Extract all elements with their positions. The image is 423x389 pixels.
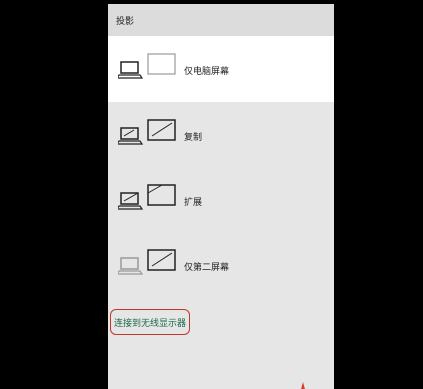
- option-second-screen-only[interactable]: 仅第二屏幕: [108, 232, 334, 297]
- connect-wireless-display-link[interactable]: 连接到无线显示器: [110, 309, 190, 335]
- duplicate-icon: [115, 116, 178, 150]
- option-label: 仅电脑屏幕: [184, 67, 230, 77]
- option-duplicate[interactable]: 复制: [108, 102, 334, 167]
- project-flyout: 投影 仅电脑屏幕 复制 扩展 仅第二屏幕 连接到无线显示器: [108, 4, 334, 389]
- pc-screen-only-icon: [115, 50, 178, 84]
- screen: 投影 仅电脑屏幕 复制 扩展 仅第二屏幕 连接到无线显示器: [0, 0, 423, 389]
- mouse-cursor-icon: [300, 378, 306, 389]
- connect-link-label: 连接到无线显示器: [113, 318, 186, 329]
- option-extend[interactable]: 扩展: [108, 167, 334, 232]
- extend-icon: [115, 181, 178, 215]
- option-label: 扩展: [184, 198, 203, 208]
- flyout-header: 投影: [108, 4, 334, 36]
- option-label: 仅第二屏幕: [184, 263, 230, 273]
- second-screen-only-icon: [115, 246, 178, 280]
- option-pc-screen-only[interactable]: 仅电脑屏幕: [108, 36, 334, 102]
- option-label: 复制: [184, 133, 203, 143]
- flyout-title: 投影: [116, 16, 135, 27]
